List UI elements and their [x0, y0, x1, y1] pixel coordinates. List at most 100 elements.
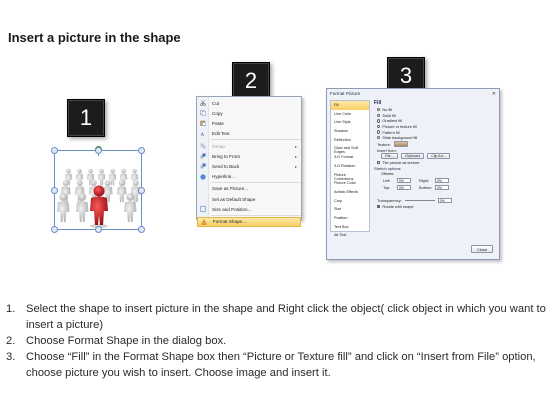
transparency-row: Transparency: 0%	[373, 197, 497, 204]
menu-item-label: Hyperlink...	[212, 174, 235, 180]
gray-figure	[117, 180, 127, 203]
fill-pane: Fill No fill Solid fill Gradient fill Pictu…	[373, 100, 497, 232]
offset-field[interactable]: 0%	[397, 184, 411, 190]
gray-figure	[98, 168, 106, 186]
menu-item-cut[interactable]: Cut	[197, 98, 301, 108]
step-number: 1.	[6, 303, 16, 315]
menu-item-group[interactable]: Group ▸	[197, 141, 301, 151]
figures-illustration	[57, 168, 156, 228]
send-back-icon	[197, 163, 209, 169]
radio-button[interactable]	[377, 119, 381, 123]
step-number: 2.	[6, 335, 16, 347]
rotate-checkbox[interactable]	[377, 204, 381, 209]
close-icon[interactable]: ✕	[492, 91, 496, 97]
radio-button[interactable]	[377, 124, 381, 129]
copy-icon	[197, 110, 209, 116]
resize-handle-s[interactable]	[95, 226, 102, 233]
menu-item-label: Size and Position...	[212, 206, 252, 212]
chevron-right-icon: ▸	[294, 163, 297, 169]
offset-label: Left:	[383, 177, 391, 183]
insert-from-label: Insert from:	[377, 147, 397, 153]
dialog-nav-picture-color[interactable]: Picture Color	[331, 179, 369, 188]
offset-row: Top: 0% Bottom: 0%	[373, 184, 497, 191]
radio-button[interactable]	[377, 130, 381, 134]
offset-label: Top:	[383, 184, 391, 190]
dialog-nav-size[interactable]: Size	[331, 205, 369, 214]
rotate-option[interactable]: Rotate with shape	[373, 204, 497, 210]
fill-option-label: No fill	[382, 107, 393, 113]
menu-item-bring-to-front[interactable]: Bring to Front ▸	[197, 151, 301, 161]
resize-handle-ne[interactable]	[138, 147, 145, 154]
dialog-titlebar: Format Picture ✕	[327, 89, 499, 98]
dialog-nav-shadow[interactable]: Shadow	[331, 127, 369, 136]
resize-handle-se[interactable]	[138, 226, 145, 233]
radio-button[interactable]	[377, 136, 381, 140]
format-picture-dialog: Format Picture ✕ Fill Line Color Line Styl…	[326, 88, 500, 260]
offset-field[interactable]: 0%	[435, 184, 449, 190]
dialog-nav-crop[interactable]: Crop	[331, 197, 369, 206]
insert-from-file-button[interactable]: File...	[381, 153, 398, 159]
menu-item-send-to-back[interactable]: Send to Back ▸	[197, 161, 301, 171]
tile-option[interactable]: Tile picture as texture	[373, 160, 497, 166]
resize-handle-nw[interactable]	[51, 147, 58, 154]
offset-field[interactable]: 0%	[435, 177, 449, 183]
dialog-nav-line-color[interactable]: Line Color	[331, 110, 369, 119]
texture-dropdown[interactable]	[393, 141, 408, 147]
menu-item-size-and-position[interactable]: Size and Position...	[197, 204, 301, 214]
transparency-slider[interactable]	[404, 199, 435, 201]
menu-item-format-shape[interactable]: Format Shape...	[197, 216, 301, 227]
radio-button[interactable]	[377, 108, 381, 112]
bring-front-icon	[197, 153, 209, 159]
dialog-nav-alt-text[interactable]: Alt Text	[331, 231, 369, 240]
resize-handle-e[interactable]	[138, 187, 145, 194]
dialog-nav-reflection[interactable]: Reflection	[331, 136, 369, 145]
step-badge-2: 2	[232, 62, 270, 100]
resize-handle-w[interactable]	[51, 187, 58, 194]
step-number: 3.	[6, 351, 16, 363]
instruction-list: 1. Select the shape to insert picture in …	[6, 301, 558, 381]
hyperlink-icon	[197, 174, 209, 180]
clipboard-button[interactable]: Clipboard	[400, 153, 425, 159]
menu-item-label: Edit Text	[212, 131, 230, 137]
fill-option-label: Slide background fill	[382, 135, 418, 141]
menu-item-edit-text[interactable]: A Edit Text	[197, 129, 301, 139]
resize-handle-sw[interactable]	[51, 226, 58, 233]
step-text: Choose Format Shape in the dialog box.	[26, 335, 227, 347]
radio-button[interactable]	[377, 113, 381, 118]
fill-option-label: Pattern fill	[382, 129, 400, 135]
menu-item-label: Group	[212, 143, 225, 149]
instruction-step: 3. Choose “Fill” in the Format Shape box …	[6, 349, 558, 381]
dialog-nav-artistic-effects[interactable]: Artistic Effects	[331, 188, 369, 197]
fill-option-label: Solid fill	[382, 112, 396, 118]
dialog-nav-3-d-rotation[interactable]: 3-D Rotation	[331, 162, 369, 171]
tile-label: Tile picture as texture	[382, 159, 420, 165]
resize-handle-n[interactable]	[95, 147, 102, 154]
selected-shape-frame[interactable]	[51, 147, 156, 233]
menu-item-paste[interactable]: Paste	[197, 118, 301, 128]
dialog-nav-fill[interactable]: Fill	[331, 101, 369, 110]
menu-item-label: Save as Picture...	[212, 186, 249, 192]
dialog-nav-line-style[interactable]: Line Style	[331, 118, 369, 127]
dialog-nav-text-box[interactable]: Text Box	[331, 223, 369, 232]
tile-checkbox[interactable]	[377, 160, 381, 165]
menu-item-copy[interactable]: Copy	[197, 108, 301, 118]
dialog-nav-3-d-format[interactable]: 3-D Format	[331, 153, 369, 162]
offset-field[interactable]: 0%	[397, 177, 411, 183]
dialog-nav-picture-corrections[interactable]: Picture Corrections	[331, 171, 369, 181]
dialog-nav-glow-and-soft-edges[interactable]: Glow and Soft Edges	[331, 144, 369, 154]
transparency-field[interactable]: 0%	[437, 197, 452, 203]
size-position-icon	[197, 206, 209, 212]
menu-item-set-as-default-shape[interactable]: Set as Default Shape	[197, 194, 301, 204]
fill-option-label: Picture or texture fill	[382, 124, 417, 130]
insert-buttons-row: File... Clipboard Clip Art...	[373, 153, 497, 160]
dialog-close-button[interactable]: Close	[471, 245, 493, 253]
group-icon	[197, 143, 209, 149]
clip-art-button[interactable]: Clip Art...	[427, 153, 450, 159]
chevron-right-icon: ▸	[294, 153, 297, 159]
dialog-title: Format Picture	[330, 91, 361, 96]
menu-item-save-as-picture[interactable]: Save as Picture...	[197, 184, 301, 194]
dialog-nav-position[interactable]: Position	[331, 214, 369, 223]
edit-text-icon: A	[197, 131, 209, 137]
scissors-icon	[197, 100, 209, 106]
menu-item-hyperlink[interactable]: Hyperlink...	[197, 172, 301, 182]
